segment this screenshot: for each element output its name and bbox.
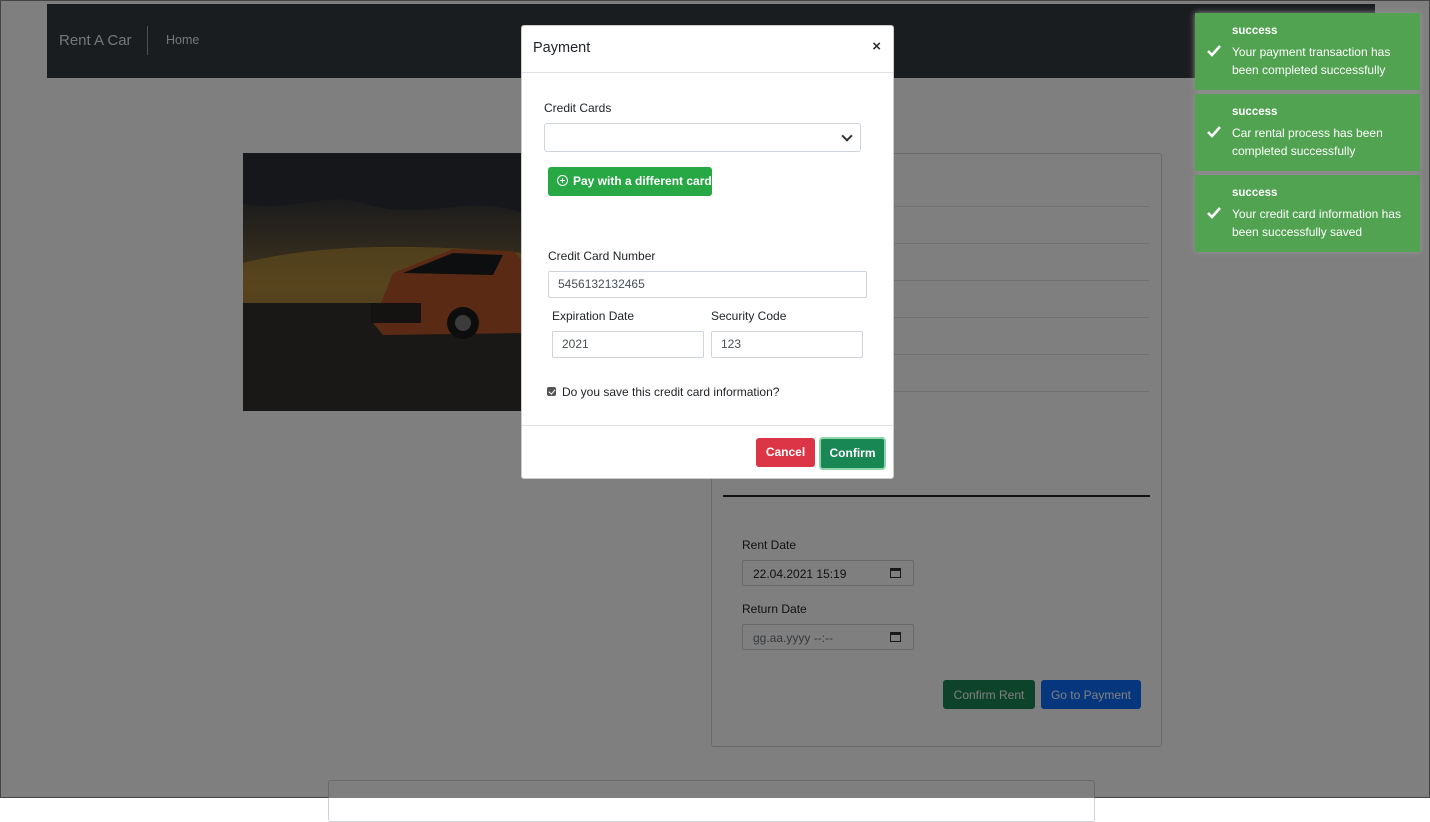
expiration-date-input[interactable]: 2021 — [552, 331, 704, 358]
toast-title: success — [1232, 187, 1278, 199]
close-icon[interactable]: × — [872, 38, 881, 55]
cancel-button[interactable]: Cancel — [756, 438, 815, 467]
save-card-label: Do you save this credit card information… — [562, 385, 780, 399]
expiration-date-label: Expiration Date — [552, 309, 635, 323]
confirm-button[interactable]: Confirm — [819, 437, 886, 470]
toast-notification[interactable]: success Your payment transaction has bee… — [1195, 13, 1420, 90]
check-icon — [1207, 126, 1221, 138]
toast-title: success — [1232, 106, 1278, 118]
card-number-label: Credit Card Number — [548, 249, 656, 263]
pay-different-label: Pay with a different card — [573, 174, 712, 188]
toast-message: Your payment transaction has been comple… — [1232, 45, 1391, 77]
toast-notification[interactable]: success Car rental process has been comp… — [1195, 94, 1420, 171]
credit-cards-label: Credit Cards — [544, 101, 612, 115]
pay-with-different-card-button[interactable]: Pay with a different card — [548, 167, 712, 196]
card-number-input[interactable]: 5456132132465 — [548, 271, 867, 298]
security-code-input[interactable]: 123 — [711, 331, 863, 358]
modal-header: Payment × — [522, 26, 893, 73]
payment-modal: Payment × Credit Cards Pay with a differ… — [521, 25, 894, 479]
toast-message: Your credit card information has been su… — [1232, 207, 1401, 239]
toast-title: success — [1232, 25, 1278, 37]
check-icon — [1207, 207, 1221, 219]
security-code-label: Security Code — [711, 309, 787, 323]
chevron-down-icon — [841, 130, 853, 142]
check-icon — [1207, 45, 1221, 57]
toast-notification[interactable]: success Your credit card information has… — [1195, 175, 1420, 252]
modal-title: Payment — [533, 40, 591, 56]
credit-cards-select[interactable] — [544, 123, 861, 152]
save-card-checkbox[interactable] — [547, 387, 556, 396]
toast-message: Car rental process has been completed su… — [1232, 126, 1383, 158]
modal-footer-divider — [522, 425, 893, 426]
plus-circle-icon — [557, 175, 568, 186]
